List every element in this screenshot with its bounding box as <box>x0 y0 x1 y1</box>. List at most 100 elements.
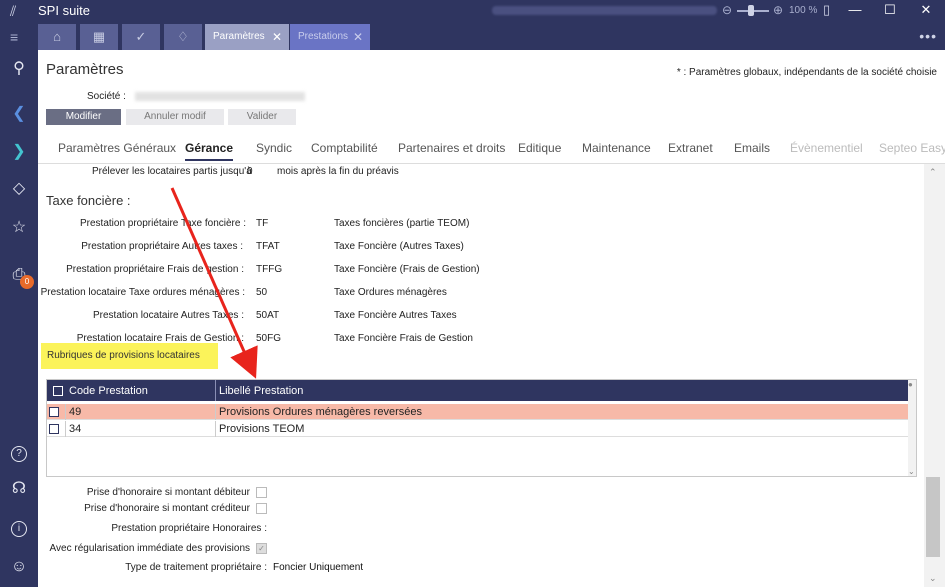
search-icon[interactable]: ⚲ <box>0 57 38 81</box>
tab-parametres[interactable]: Paramètres ✕ <box>205 24 289 50</box>
printer-icon[interactable]: ⎙ 0 <box>0 263 38 289</box>
home-icon: ⌂ <box>53 29 61 44</box>
tab-parametres-generaux[interactable]: Paramètres Généraux <box>58 141 176 155</box>
taxe-code[interactable]: 50FG <box>256 333 281 344</box>
rubriques-highlight: Rubriques de provisions locataires <box>41 343 218 369</box>
scroll-down-icon[interactable]: ⌄ <box>908 467 915 476</box>
type-traitement-label: Type de traitement propriétaire : <box>125 562 267 573</box>
taxe-code[interactable]: 50AT <box>256 310 279 321</box>
taxe-row: Prestation propriétaire Autres taxes : T… <box>38 241 924 255</box>
select-all-checkbox[interactable] <box>53 386 63 396</box>
close-tab-icon[interactable]: ✕ <box>272 24 282 50</box>
user-icon[interactable]: ☺ <box>0 555 38 579</box>
table-row[interactable]: 49 Provisions Ordures ménagères reversée… <box>47 404 910 420</box>
tab-comptabilite[interactable]: Comptabilité <box>311 141 378 155</box>
taxe-code[interactable]: 50 <box>256 287 267 298</box>
taxe-label: Prestation propriétaire Autres taxes : <box>81 241 243 252</box>
tab-gerance[interactable]: Gérance <box>185 141 234 161</box>
row-checkbox[interactable] <box>49 424 59 434</box>
cell-separator <box>65 404 66 420</box>
back-chevron-icon[interactable]: ❮ <box>0 102 38 126</box>
diamond-icon[interactable]: ◇ <box>0 177 38 201</box>
maximize-button[interactable]: ☐ <box>880 1 900 21</box>
tab-prestations[interactable]: Prestations ✕ <box>290 24 370 50</box>
annuler-modif-button[interactable]: Annuler modif <box>126 109 224 125</box>
main-scrollbar[interactable]: ⌃ ⌄ <box>924 164 945 587</box>
pdf-icon[interactable]: ▯ <box>823 2 830 18</box>
prelevement-suffix: mois après la fin du préavis <box>277 166 399 177</box>
column-header-libelle[interactable]: Libellé Prestation <box>219 385 303 397</box>
zoom-slider-handle[interactable] <box>748 5 754 16</box>
page-title: Paramètres <box>46 61 124 78</box>
taxe-code[interactable]: TFAT <box>256 241 280 252</box>
main-content: Paramètres * : Paramètres globaux, indép… <box>38 50 945 587</box>
cell-separator <box>65 421 66 437</box>
tab-septeo-easy: Septeo Easy <box>879 141 945 155</box>
gerance-scroll-area: Prélever les locataires partis jusqu'à 0… <box>38 164 924 587</box>
honoraire-crediteur-checkbox[interactable] <box>256 503 267 514</box>
star-icon[interactable]: ☆ <box>0 216 38 240</box>
close-window-button[interactable]: ✕ <box>916 1 936 21</box>
regularisation-row: Avec régularisation immédiate des provis… <box>38 543 924 557</box>
zoom-out-icon[interactable]: ⊖ <box>722 3 732 17</box>
headset-icon[interactable]: ☊ <box>0 477 38 501</box>
regularisation-checkbox[interactable]: ✓ <box>256 543 267 554</box>
taxe-label: Prestation propriétaire Frais de gestion… <box>66 264 244 275</box>
prelevement-label: Prélever les locataires partis jusqu'à <box>92 166 252 177</box>
tab-label: Prestations <box>298 31 349 42</box>
tab-label: Paramètres <box>213 31 265 42</box>
tab-partenaires-droits[interactable]: Partenaires et droits <box>398 141 505 155</box>
minimize-button[interactable]: — <box>845 1 865 21</box>
notifications-tab[interactable]: ♢ <box>164 24 202 50</box>
tab-maintenance[interactable]: Maintenance <box>582 141 651 155</box>
tasks-tab[interactable]: ✓ <box>122 24 160 50</box>
valider-button[interactable]: Valider <box>228 109 296 125</box>
taxe-code[interactable]: TF <box>256 218 268 229</box>
type-traitement-value[interactable]: Foncier Uniquement <box>273 562 363 573</box>
calendar-tab[interactable]: ▦ <box>80 24 118 50</box>
info-icon[interactable]: i <box>0 515 38 539</box>
column-separator <box>215 380 216 401</box>
honoraire-debiteur-checkbox[interactable] <box>256 487 267 498</box>
close-tab-icon[interactable]: ✕ <box>353 24 363 50</box>
row-checkbox[interactable] <box>49 407 59 417</box>
taxe-fonciere-title: Taxe foncière : <box>46 193 131 208</box>
prestation-honoraires-row: Prestation propriétaire Honoraires : <box>38 523 924 537</box>
modifier-button[interactable]: Modifier <box>46 109 121 125</box>
row-code: 34 <box>69 423 82 435</box>
honoraire-crediteur-label: Prise d'honoraire si montant créditeur <box>84 503 250 514</box>
tab-editique[interactable]: Editique <box>518 141 561 155</box>
taxe-desc: Taxe Ordures ménagères <box>334 287 447 298</box>
taxe-desc: Taxe Foncière Frais de Gestion <box>334 333 473 344</box>
blurred-info <box>492 6 717 15</box>
help-icon[interactable]: ? <box>0 440 38 464</box>
prelevement-value[interactable]: 0 <box>247 166 253 177</box>
forward-chevron-icon[interactable]: ❯ <box>0 140 38 164</box>
home-tab[interactable]: ⌂ <box>38 24 76 50</box>
spi-logo-icon: ⫽ <box>10 3 17 19</box>
column-header-code[interactable]: Code Prestation <box>69 385 148 397</box>
societe-label: Société : <box>87 91 126 102</box>
tab-syndic[interactable]: Syndic <box>256 141 292 155</box>
scroll-up-icon[interactable]: ● <box>908 380 913 389</box>
scrollbar-thumb[interactable] <box>926 477 940 557</box>
prelevement-row: Prélever les locataires partis jusqu'à 0… <box>38 166 924 180</box>
more-options-icon[interactable]: ••• <box>919 28 937 44</box>
scroll-down-icon[interactable]: ⌄ <box>929 573 937 584</box>
grid-scrollbar[interactable]: ● ⌄ <box>908 380 916 476</box>
taxe-label: Prestation propriétaire Taxe foncière : <box>79 218 246 229</box>
scroll-up-icon[interactable]: ⌃ <box>929 167 937 178</box>
taxe-row: Prestation locataire Taxe ordures ménagè… <box>38 287 924 301</box>
zoom-in-icon[interactable]: ⊕ <box>773 3 783 17</box>
table-row[interactable]: 34 Provisions TEOM <box>47 421 910 437</box>
printer-badge: 0 <box>20 275 34 289</box>
taxe-desc: Taxe Foncière (Autres Taxes) <box>334 241 464 252</box>
hamburger-menu-icon[interactable]: ≡ <box>10 29 18 45</box>
global-params-note: * : Paramètres globaux, indépendants de … <box>676 67 937 78</box>
taxe-code[interactable]: TFFG <box>256 264 282 275</box>
tab-extranet[interactable]: Extranet <box>668 141 713 155</box>
honoraire-debiteur-label: Prise d'honoraire si montant débiteur <box>86 487 250 498</box>
taxe-row: Prestation propriétaire Taxe foncière : … <box>38 218 924 232</box>
tab-emails[interactable]: Emails <box>734 141 770 155</box>
taxe-row: Prestation propriétaire Frais de gestion… <box>38 264 924 278</box>
